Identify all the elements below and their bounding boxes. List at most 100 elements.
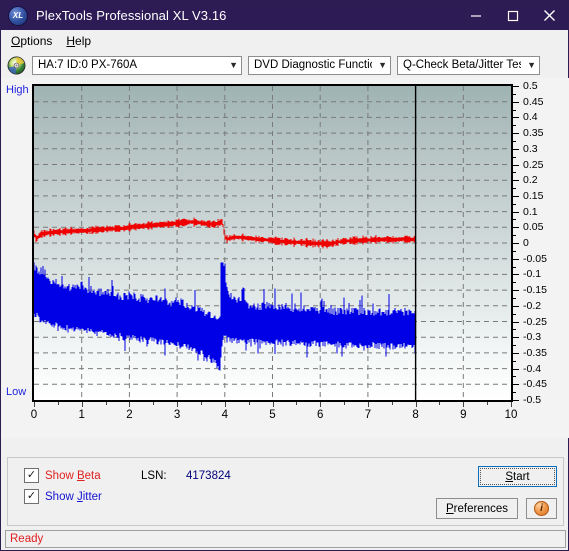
y-tick-mark (513, 164, 519, 166)
menu-item-options[interactable]: Options (6, 32, 61, 50)
x-tick-mark (34, 402, 35, 407)
status-bar: Ready (5, 530, 566, 548)
y-tick-label: 0.25 (523, 158, 544, 171)
y-minor-tick (513, 93, 516, 95)
preferences-button[interactable]: Preferences (436, 498, 518, 519)
y-tick-label: 0.2 (523, 174, 538, 187)
start-button-label: Start (505, 470, 530, 483)
y-tick-mark (513, 305, 519, 307)
lsn-label: LSN: (141, 470, 167, 482)
menu-bar: Options Help (1, 30, 568, 52)
x-tick-mark (415, 402, 417, 407)
y-tick-mark (513, 211, 519, 213)
x-tick-mark (511, 402, 512, 407)
y-tick-label: -0.3 (523, 331, 542, 344)
y-tick-mark (513, 195, 519, 197)
x-tick-mark (272, 402, 274, 407)
y-tick-mark (513, 180, 519, 182)
y-minor-tick (513, 156, 516, 158)
show-beta-checkbox[interactable]: ✓ Show Beta (24, 468, 101, 483)
x-minor-tick (439, 402, 441, 405)
y-tick-mark (513, 384, 519, 386)
x-tick-label: 9 (460, 409, 467, 421)
y-tick-label: 0.45 (523, 95, 544, 108)
y-tick-label: -0.45 (523, 378, 547, 391)
x-minor-tick (248, 402, 250, 405)
y-tick-label: 0.35 (523, 127, 544, 140)
start-button[interactable]: Start (478, 466, 557, 487)
plot-canvas[interactable] (34, 86, 511, 400)
test-select-value: Q-Check Beta/Jitter Test (403, 59, 522, 71)
application-window: XL PlexTools Professional XL V3.16 Optio… (0, 0, 569, 551)
y-tick-label: -0.4 (523, 362, 542, 375)
y-minor-tick (513, 360, 516, 362)
show-jitter-checkbox[interactable]: ✓ Show Jitter (24, 489, 102, 504)
y-tick-label: -0.05 (523, 252, 547, 265)
menu-item-help[interactable]: Help (61, 32, 100, 50)
y-minor-tick (513, 125, 516, 127)
drive-select-value: HA:7 ID:0 PX-760A (38, 59, 138, 71)
y-tick-label: 0.05 (523, 221, 544, 234)
function-select-value: DVD Diagnostic Functions (254, 59, 372, 71)
x-tick-label: 8 (412, 409, 419, 421)
x-tick-mark (320, 402, 322, 407)
x-tick-label: 0 (30, 409, 38, 421)
y-tick-label: -0.35 (523, 346, 547, 359)
x-tick-label: 2 (126, 409, 133, 421)
x-minor-tick (487, 402, 489, 405)
chart-side-labels: High Low (1, 78, 32, 408)
y-minor-tick (513, 203, 516, 205)
info-icon: i (534, 501, 549, 516)
y-minor-tick (513, 282, 516, 284)
x-minor-tick (200, 402, 202, 405)
y-tick-label: 0.15 (523, 189, 544, 202)
chart-high-label: High (6, 84, 29, 96)
x-minor-tick (57, 402, 59, 405)
y-tick-label: -0.15 (523, 284, 547, 297)
minimize-icon[interactable] (457, 1, 494, 30)
y-tick-mark (513, 258, 519, 260)
y-minor-tick (513, 109, 516, 111)
x-tick-label: 10 (504, 409, 518, 421)
toolbar: HA:7 ID:0 PX-760A ▼ DVD Diagnostic Funct… (1, 52, 568, 78)
y-tick-mark (513, 227, 519, 229)
x-tick-label: 6 (316, 409, 324, 421)
checkbox-icon[interactable]: ✓ (24, 468, 39, 483)
y-tick-mark (513, 352, 519, 354)
y-minor-tick (513, 376, 516, 378)
y-tick-mark (513, 368, 519, 370)
maximize-icon[interactable] (494, 1, 531, 30)
x-tick-mark (129, 402, 131, 407)
function-select[interactable]: DVD Diagnostic Functions ▼ (248, 55, 391, 75)
y-tick-mark (513, 290, 519, 292)
test-select[interactable]: Q-Check Beta/Jitter Test ▼ (397, 55, 540, 75)
status-text: Ready (10, 533, 44, 545)
y-minor-tick (513, 235, 516, 237)
y-minor-tick (513, 329, 516, 331)
y-tick-label: -0.2 (523, 299, 542, 312)
x-tick-label: 7 (364, 409, 372, 421)
x-minor-tick (296, 402, 298, 405)
close-icon[interactable] (531, 1, 568, 30)
chevron-down-icon: ▼ (527, 60, 536, 70)
y-tick-mark (513, 274, 519, 276)
drive-select[interactable]: HA:7 ID:0 PX-760A ▼ (32, 55, 242, 75)
y-minor-tick (513, 250, 516, 252)
x-tick-mark (367, 402, 369, 407)
plot-frame (32, 84, 513, 402)
x-minor-tick (391, 402, 393, 405)
control-panel: ✓ Show Beta ✓ Show Jitter LSN: 4173824 S… (7, 457, 564, 526)
chart-low-label: Low (6, 386, 27, 398)
chart-area: High Low 0.5 0.45 0.4 0.35 0.3 0.25 0.2 0.15 0.1… (1, 78, 569, 438)
y-tick-label: 0.1 (523, 205, 538, 218)
preferences-button-label: Preferences (445, 502, 508, 515)
x-tick-label: 4 (221, 409, 228, 421)
y-tick-label: 0 (523, 237, 529, 249)
x-tick-mark (463, 402, 465, 407)
info-button[interactable]: i (526, 498, 557, 519)
y-minor-tick (513, 188, 516, 189)
show-beta-label: Show Beta (45, 469, 101, 482)
y-tick-label: 0.3 (523, 142, 538, 155)
checkbox-icon[interactable]: ✓ (24, 489, 39, 504)
y-tick-label: 0.5 (523, 80, 538, 92)
